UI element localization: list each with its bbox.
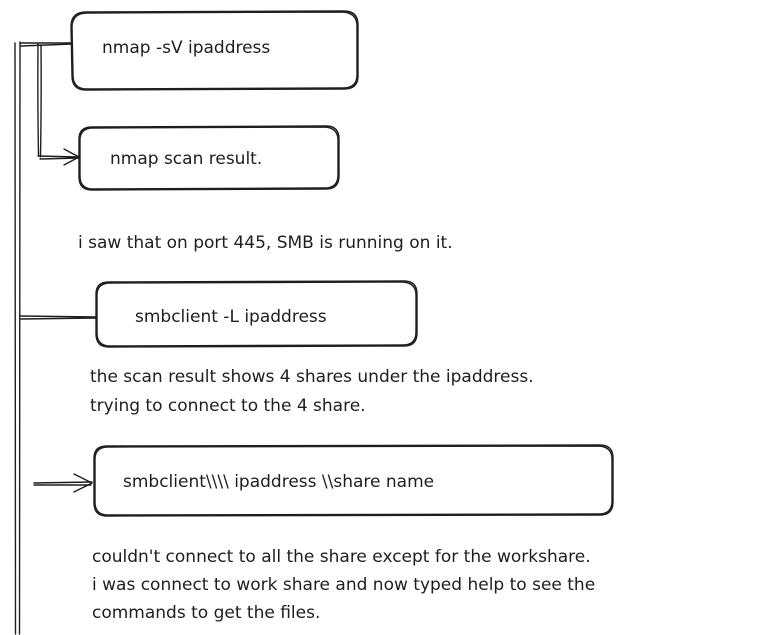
- node-label: smbclient -L ipaddress: [135, 307, 327, 327]
- note-shares-found: the scan result shows 4 shares under the…: [90, 367, 534, 416]
- connector-spine-to-smbclient-list: [19, 315, 97, 320]
- node-nmap-command: nmap -sV ipaddress: [70, 10, 359, 91]
- note-line: trying to connect to the 4 share.: [90, 396, 366, 416]
- note-workshare-connected: couldn't connect to all the share except…: [92, 547, 595, 623]
- arrow-head-to-connect: [73, 473, 93, 493]
- note-line: couldn't connect to all the share except…: [92, 547, 591, 567]
- node-smbclient-list: smbclient -L ipaddress: [95, 280, 418, 348]
- flow-diagram: nmap -sV ipaddress nmap scan result. i s…: [14, 10, 614, 635]
- note-line: the scan result shows 4 shares under the…: [90, 367, 534, 387]
- note-smb-observation-line-1: i saw that on port 445, SMB is running o…: [78, 233, 453, 253]
- node-label: smbclient\\\\ ipaddress \\share name: [123, 472, 434, 492]
- vertical-spine: [14, 41, 21, 635]
- node-smbclient-connect: smbclient\\\\ ipaddress \\share name: [93, 444, 614, 517]
- node-label: nmap scan result.: [110, 149, 262, 169]
- node-nmap-result: nmap scan result.: [78, 125, 340, 191]
- note-line: commands to get the files.: [92, 603, 320, 623]
- connector-spine-to-smbclient-connect: [33, 473, 93, 493]
- note-line: i was connect to work share and now type…: [92, 575, 595, 595]
- node-label: nmap -sV ipaddress: [102, 38, 270, 58]
- connector-spine-to-nmap-command: [19, 42, 73, 47]
